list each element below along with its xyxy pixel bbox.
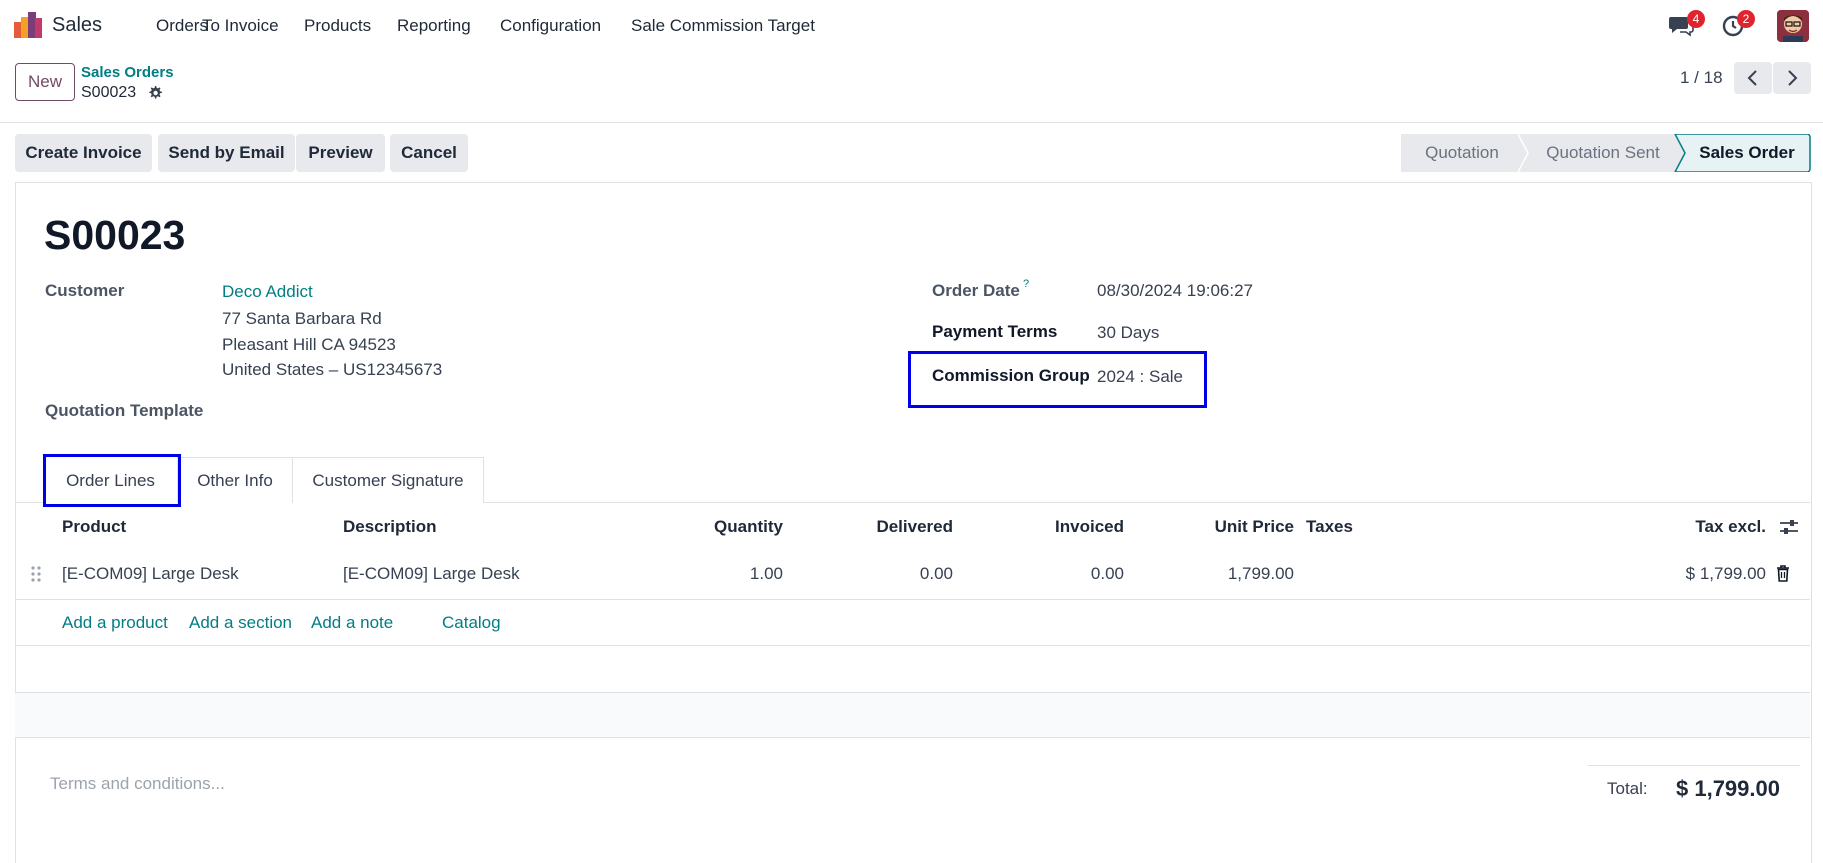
col-unit-price[interactable]: Unit Price — [1150, 517, 1294, 537]
send-by-email-button[interactable]: Send by Email — [158, 134, 295, 172]
line-delivered[interactable]: 0.00 — [810, 564, 953, 584]
activities-badge: 2 — [1737, 10, 1755, 28]
pager-value[interactable]: 1 / 18 — [1680, 68, 1723, 88]
total-value: $ 1,799.00 — [1676, 776, 1780, 801]
messages-badge: 4 — [1687, 10, 1705, 28]
col-taxes[interactable]: Taxes — [1306, 517, 1353, 537]
drag-handle-icon[interactable] — [30, 565, 42, 583]
column-settings-icon[interactable] — [1779, 518, 1799, 536]
menu-configuration[interactable]: Configuration — [500, 16, 601, 36]
stage-quotation[interactable]: Quotation — [1401, 134, 1523, 172]
customer-name-link[interactable]: Deco Addict — [222, 282, 313, 302]
total-divider — [1588, 765, 1800, 766]
total-label: Total: — [1607, 779, 1648, 798]
control-panel-divider — [0, 122, 1823, 123]
menu-to-invoice[interactable]: To Invoice — [202, 16, 279, 36]
stage-quotation-sent[interactable]: Quotation Sent — [1527, 134, 1679, 172]
tab-customer-signature[interactable]: Customer Signature — [292, 457, 484, 503]
create-invoice-button[interactable]: Create Invoice — [15, 134, 152, 172]
gear-icon[interactable] — [147, 85, 163, 101]
commission-group-label: Commission Group — [932, 366, 1090, 385]
breadcrumb-current-record: S00023 — [81, 84, 137, 101]
payment-terms-value[interactable]: 30 Days — [1097, 323, 1159, 343]
add-note-link[interactable]: Add a note — [311, 613, 393, 633]
top-navbar: Sales Orders To Invoice Products Reporti… — [0, 0, 1823, 52]
line-quantity[interactable]: 1.00 — [640, 564, 783, 584]
order-date-label: Order Date — [932, 281, 1020, 300]
commission-group-value[interactable]: 2024 : Sale — [1097, 367, 1183, 387]
add-section-link[interactable]: Add a section — [189, 613, 292, 633]
app-name[interactable]: Sales — [52, 14, 102, 37]
line-unit-price[interactable]: 1,799.00 — [1150, 564, 1294, 584]
line-product[interactable]: [E-COM09] Large Desk — [62, 564, 239, 584]
stage-sales-order[interactable]: Sales Order — [1683, 134, 1811, 172]
cancel-button[interactable]: Cancel — [390, 134, 468, 172]
col-tax-excl[interactable]: Tax excl. — [1600, 517, 1766, 537]
catalog-link[interactable]: Catalog — [442, 613, 501, 633]
col-product[interactable]: Product — [62, 517, 126, 537]
trash-icon[interactable] — [1776, 565, 1790, 582]
tab-other-info[interactable]: Other Info — [177, 457, 293, 503]
menu-sale-commission-target[interactable]: Sale Commission Target — [631, 16, 815, 36]
breadcrumb-sales-orders[interactable]: Sales Orders — [81, 64, 174, 81]
order-date-value[interactable]: 08/30/2024 19:06:27 — [1097, 281, 1253, 301]
pager-previous-button[interactable] — [1734, 62, 1772, 94]
chevron-left-icon — [1747, 70, 1757, 86]
pager-next-button[interactable] — [1773, 62, 1811, 94]
sales-app-icon[interactable] — [14, 12, 42, 38]
col-quantity[interactable]: Quantity — [640, 517, 783, 537]
line-invoiced[interactable]: 0.00 — [981, 564, 1124, 584]
col-delivered[interactable]: Delivered — [810, 517, 953, 537]
order-lines-tab-highlight — [43, 454, 181, 507]
row-divider — [15, 599, 1810, 600]
customer-address-line2: Pleasant Hill CA 94523 — [222, 335, 396, 354]
row-divider — [15, 737, 1810, 738]
user-avatar[interactable] — [1777, 10, 1809, 42]
chevron-right-icon — [1788, 70, 1798, 86]
menu-products[interactable]: Products — [304, 16, 371, 36]
customer-address-line3: United States – US12345673 — [222, 360, 443, 379]
line-subtotal: $ 1,799.00 — [1685, 564, 1766, 583]
line-description[interactable]: [E-COM09] Large Desk — [343, 564, 520, 584]
customer-address-line1: 77 Santa Barbara Rd — [222, 309, 382, 328]
order-title: S00023 — [44, 212, 186, 258]
status-bar: Quotation Quotation Sent Sales Order — [1401, 134, 1811, 172]
payment-terms-label: Payment Terms — [932, 322, 1058, 341]
menu-reporting[interactable]: Reporting — [397, 16, 471, 36]
menu-orders[interactable]: Orders — [156, 16, 208, 36]
new-button[interactable]: New — [15, 63, 75, 101]
col-description[interactable]: Description — [343, 517, 437, 537]
col-invoiced[interactable]: Invoiced — [981, 517, 1124, 537]
empty-row — [15, 692, 1810, 737]
row-divider — [15, 645, 1810, 646]
terms-conditions-input[interactable]: Terms and conditions... — [50, 774, 225, 794]
customer-label: Customer — [45, 281, 125, 300]
preview-button[interactable]: Preview — [296, 134, 385, 172]
quotation-template-label: Quotation Template — [45, 401, 204, 420]
order-date-help-icon[interactable]: ? — [1023, 278, 1029, 290]
row-divider — [15, 692, 1810, 693]
add-product-link[interactable]: Add a product — [62, 613, 168, 633]
